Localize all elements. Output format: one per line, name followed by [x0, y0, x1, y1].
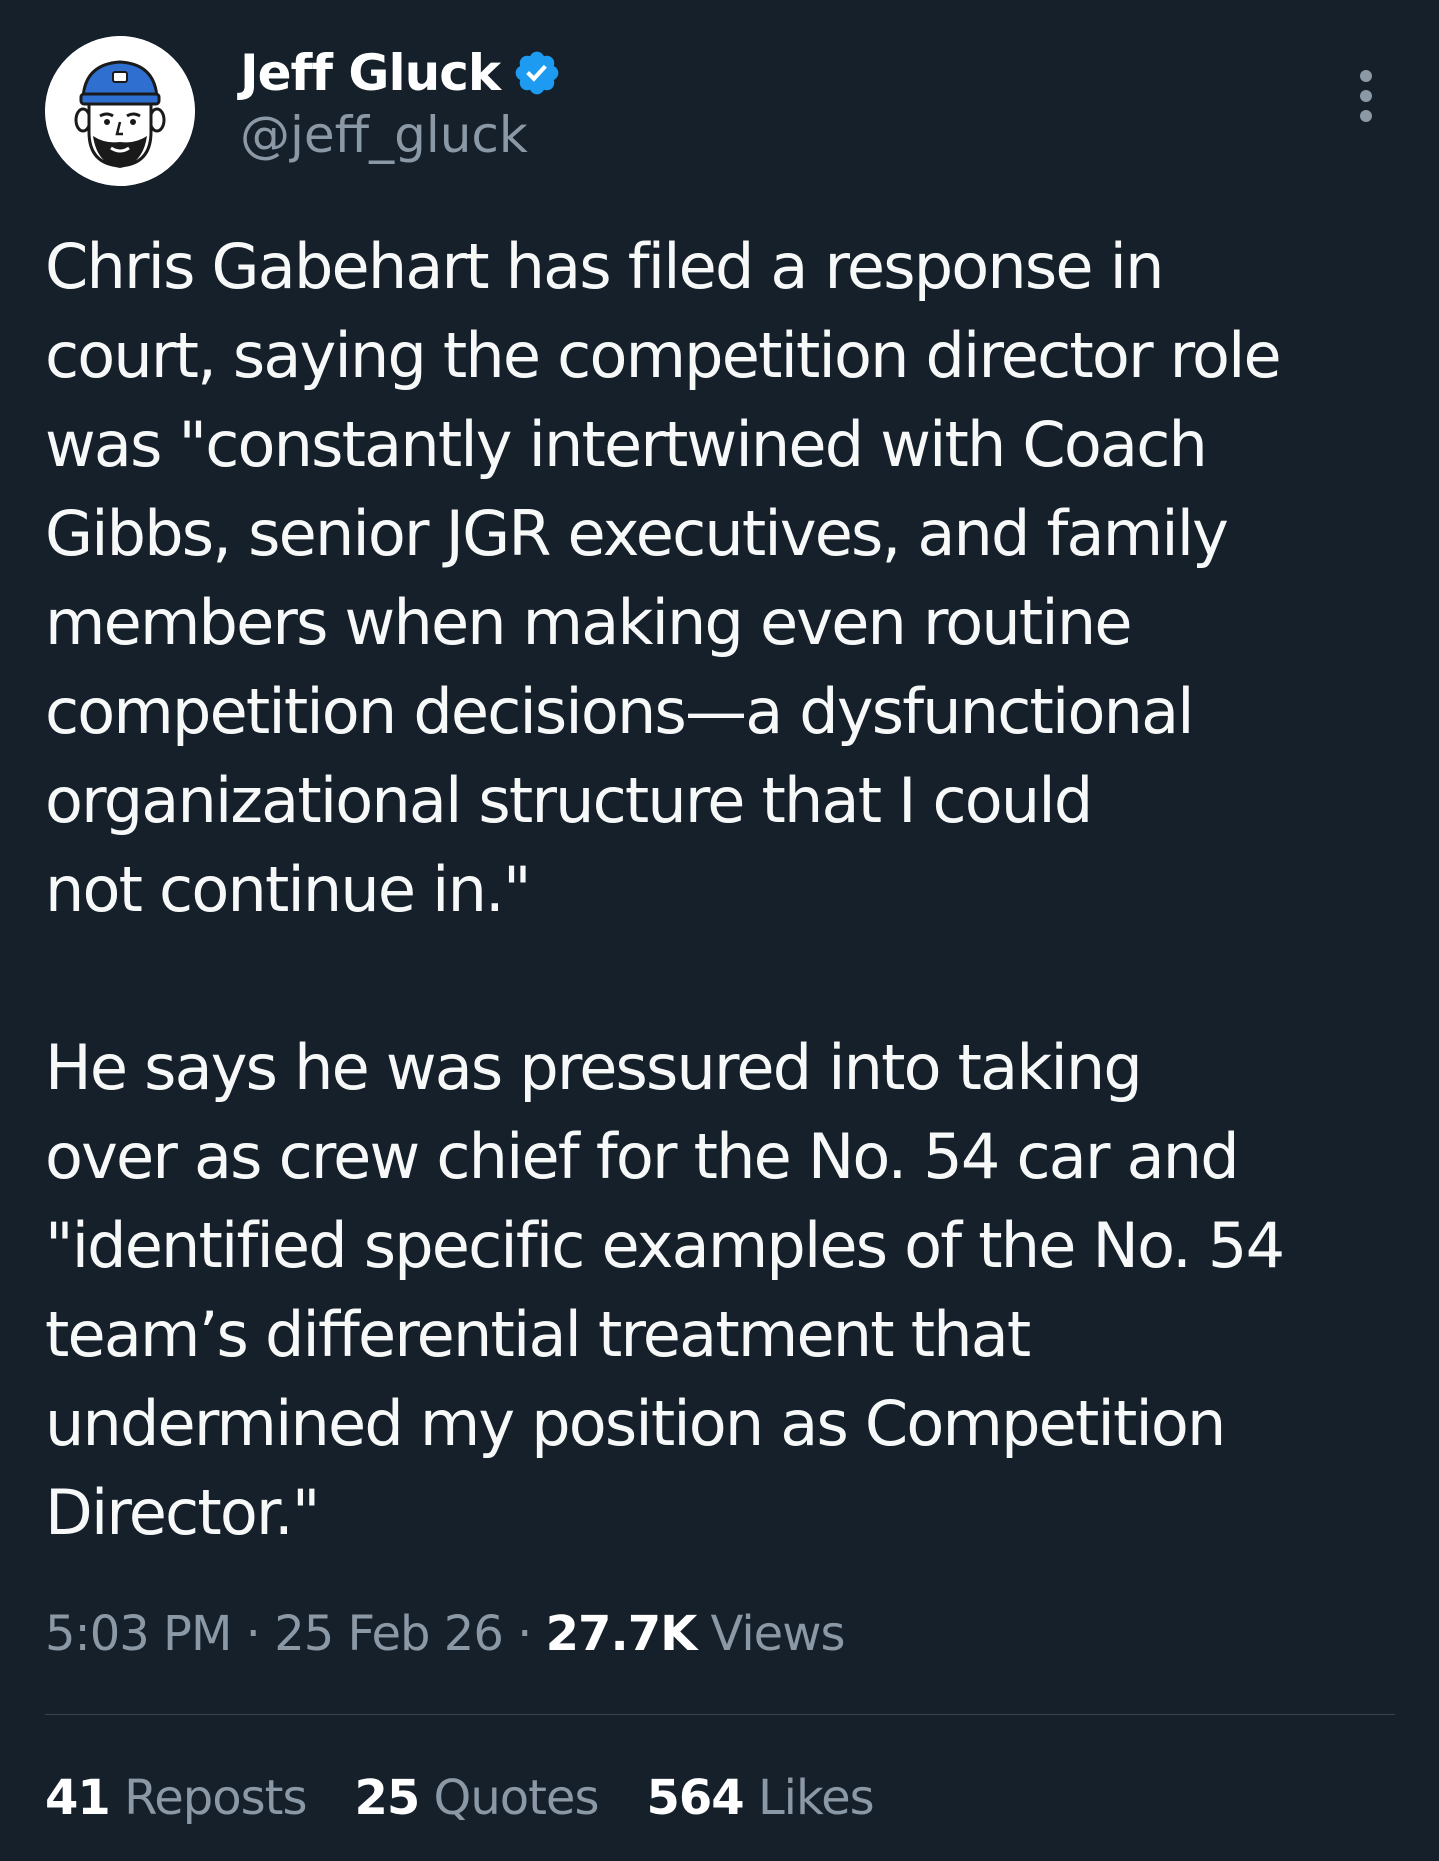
verified-badge-icon[interactable]: [512, 48, 562, 98]
tweet-time[interactable]: 5:03 PM: [45, 1606, 232, 1662]
meta-separator: ·: [245, 1606, 261, 1662]
likes-stat[interactable]: 564 Likes: [646, 1770, 875, 1826]
more-dot: [1360, 70, 1372, 82]
cartoon-avatar-icon: [45, 36, 195, 186]
tweet-line: "identified specific examples of the No.…: [45, 1209, 1285, 1282]
reposts-label: Reposts: [124, 1770, 307, 1826]
tweet-line: Director.": [45, 1476, 320, 1549]
quotes-label: Quotes: [433, 1770, 600, 1826]
more-vertical-icon[interactable]: [1352, 70, 1380, 122]
tweet-line: team’s differential treatment that: [45, 1298, 1031, 1371]
tweet-text: Chris Gabehart has filed a response in co…: [45, 222, 1405, 1557]
meta-separator: ·: [517, 1606, 532, 1662]
tweet-paragraph: Chris Gabehart has filed a response in co…: [45, 222, 1405, 934]
tweet-line: members when making even routine: [45, 586, 1132, 659]
tweet-line: competition decisions—a dysfunctional: [45, 675, 1195, 748]
author-display-name[interactable]: Jeff Gluck: [240, 44, 501, 102]
tweet-line: was "constantly intertwined with Coach: [45, 408, 1208, 481]
tweet-line: undermined my position as Competition: [45, 1387, 1226, 1460]
quotes-stat[interactable]: 25 Quotes: [354, 1770, 600, 1826]
tweet-line: He says he was pressured into taking: [45, 1031, 1143, 1104]
engagement-stats: 41 Reposts 25 Quotes 564 Likes: [45, 1770, 922, 1826]
likes-label: Likes: [757, 1770, 875, 1826]
more-dot: [1360, 110, 1372, 122]
author-handle[interactable]: @jeff_gluck: [240, 106, 528, 164]
reposts-count: 41: [45, 1770, 111, 1826]
views-count: 27.7K: [545, 1606, 698, 1662]
tweet-line: not continue in.": [45, 853, 531, 926]
tweet-line: court, saying the competition director r…: [45, 319, 1282, 392]
tweet-line: Chris Gabehart has filed a response in: [45, 230, 1164, 303]
tweet-line: organizational structure that I could: [45, 764, 1093, 837]
tweet-line: Gibbs, senior JGR executives, and family: [45, 497, 1229, 570]
likes-count: 564: [646, 1770, 744, 1826]
reposts-stat[interactable]: 41 Reposts: [45, 1770, 307, 1826]
quotes-count: 25: [354, 1770, 420, 1826]
tweet-line: over as crew chief for the No. 54 car an…: [45, 1120, 1240, 1193]
avatar[interactable]: [45, 36, 195, 186]
more-dot: [1360, 90, 1372, 102]
tweet-meta: 5:03 PM · 25 Feb 26 · 27.7K Views: [45, 1606, 846, 1662]
tweet-date[interactable]: 25 Feb 26: [274, 1606, 504, 1662]
author-name-row[interactable]: Jeff Gluck: [240, 40, 562, 106]
divider: [45, 1714, 1395, 1715]
tweet-paragraph: He says he was pressured into taking over…: [45, 1023, 1405, 1557]
views-label: Views: [710, 1606, 846, 1662]
